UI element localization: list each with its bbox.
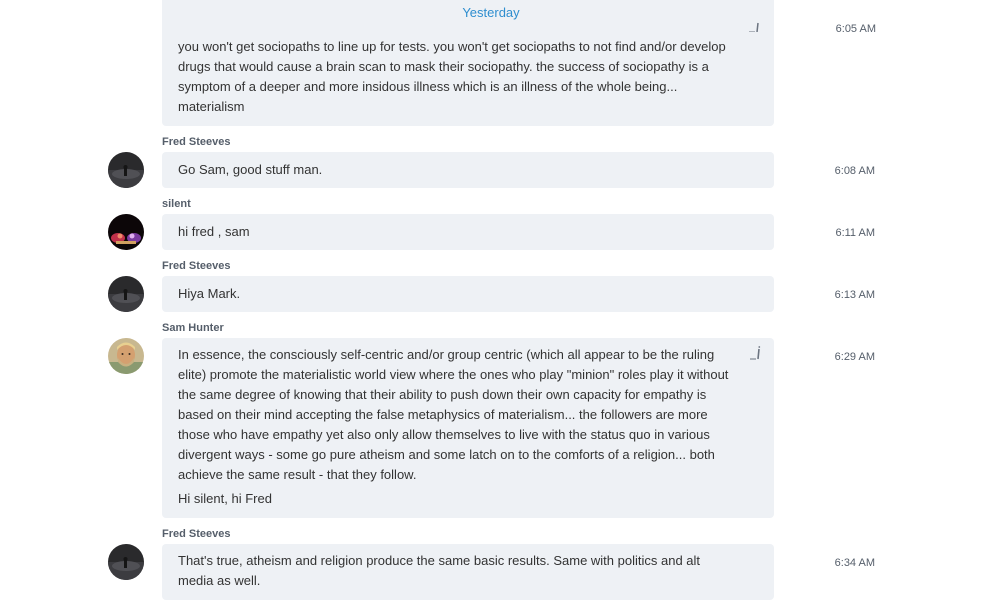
message-bubble[interactable]: Hiya Mark. bbox=[162, 276, 774, 312]
message-text: That's true, atheism and religion produc… bbox=[178, 553, 701, 588]
chat-conversation: you won't get sociopaths to line up for … bbox=[0, 0, 982, 611]
message-time: 6:08 AM bbox=[834, 165, 875, 177]
avatar-fred-steeves[interactable] bbox=[108, 152, 144, 188]
message-text: you won't get sociopaths to line up for … bbox=[178, 39, 726, 114]
message-time: 6:05 AM bbox=[835, 23, 876, 35]
message-time: 6:11 AM bbox=[835, 227, 875, 239]
sender-name[interactable]: Fred Steeves bbox=[162, 135, 230, 149]
avatar-fred-steeves[interactable] bbox=[108, 276, 144, 312]
message-bubble[interactable]: In essence, the consciously self-centric… bbox=[162, 338, 774, 518]
silent-avatar-icon bbox=[108, 214, 144, 250]
message-text: Hiya Mark. bbox=[178, 286, 241, 301]
sender-name[interactable]: Fred Steeves bbox=[162, 259, 230, 273]
message-time: 6:34 AM bbox=[834, 557, 875, 569]
sender-name[interactable]: silent bbox=[162, 197, 191, 211]
edit-pencil-icon[interactable] bbox=[750, 346, 762, 360]
avatar-fred-steeves[interactable] bbox=[108, 544, 144, 580]
message-time: 6:29 AM bbox=[834, 351, 875, 363]
fred-steeves-avatar-icon bbox=[108, 544, 144, 580]
fred-steeves-avatar-icon bbox=[108, 276, 144, 312]
message-text: Go Sam, good stuff man. bbox=[178, 162, 323, 177]
sam-hunter-avatar-icon bbox=[108, 338, 144, 374]
message-text: Hi silent, hi Fred bbox=[178, 491, 272, 506]
message-bubble[interactable]: That's true, atheism and religion produc… bbox=[162, 544, 774, 600]
message-time: 6:13 AM bbox=[834, 289, 875, 301]
sender-name[interactable]: Fred Steeves bbox=[162, 527, 230, 541]
message-bubble[interactable]: you won't get sociopaths to line up for … bbox=[162, 0, 774, 126]
message-bubble[interactable]: hi fred , sam bbox=[162, 214, 774, 250]
message-text: hi fred , sam bbox=[178, 224, 250, 239]
fred-steeves-avatar-icon bbox=[108, 152, 144, 188]
avatar-silent[interactable] bbox=[108, 214, 144, 250]
message-bubble[interactable]: Go Sam, good stuff man. bbox=[162, 152, 774, 188]
avatar-sam-hunter[interactable] bbox=[108, 338, 144, 374]
edit-pencil-icon[interactable] bbox=[748, 20, 762, 32]
sender-name[interactable]: Sam Hunter bbox=[162, 321, 224, 335]
message-text: In essence, the consciously self-centric… bbox=[178, 347, 729, 482]
